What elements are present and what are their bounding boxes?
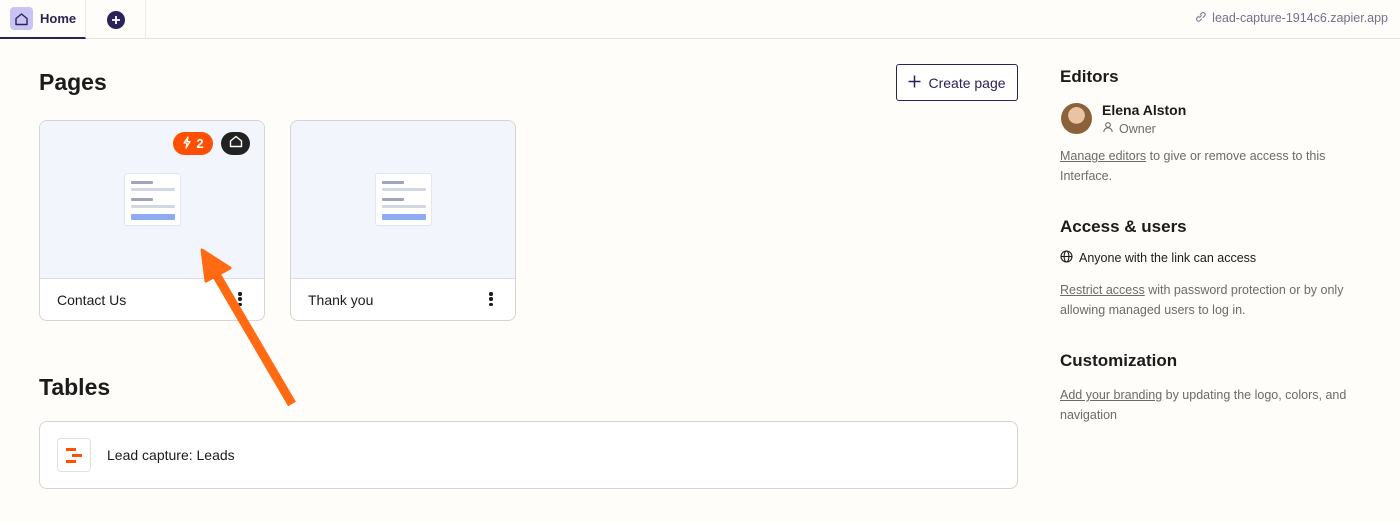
restrict-access-link[interactable]: Restrict access bbox=[1060, 283, 1145, 297]
editor-name: Elena Alston bbox=[1102, 102, 1187, 118]
tab-home[interactable]: Home bbox=[0, 0, 86, 39]
more-options-icon[interactable] bbox=[238, 292, 242, 306]
home-icon bbox=[229, 135, 243, 153]
globe-icon bbox=[1060, 250, 1073, 266]
customization-heading: Customization bbox=[1060, 351, 1178, 370]
app-url-link[interactable]: lead-capture-1914c6.zapier.app bbox=[1194, 10, 1388, 26]
page-card-thank-you[interactable]: Thank you bbox=[290, 120, 516, 321]
page-card-title: Contact Us bbox=[57, 292, 127, 308]
customization-description: Add your branding by updating the logo, … bbox=[1060, 385, 1360, 425]
access-status: Anyone with the link can access bbox=[1060, 250, 1256, 266]
page-thumbnail bbox=[291, 121, 515, 279]
editors-heading: Editors bbox=[1060, 67, 1119, 86]
page-thumbnail: 2 bbox=[40, 121, 264, 279]
zap-count: 2 bbox=[196, 136, 204, 151]
page-card-title: Thank you bbox=[308, 292, 374, 308]
page-document-icon bbox=[124, 173, 181, 226]
page-card-contact-us[interactable]: 2 Contact Us bbox=[39, 120, 265, 321]
zap-count-badge[interactable]: 2 bbox=[173, 132, 213, 155]
manage-editors-link[interactable]: Manage editors bbox=[1060, 149, 1146, 163]
editors-description: Manage editors to give or remove access … bbox=[1060, 146, 1360, 186]
plus-circle-icon bbox=[106, 10, 125, 29]
editor-role: Owner bbox=[1102, 121, 1156, 136]
table-name: Lead capture: Leads bbox=[107, 447, 235, 463]
tab-home-label: Home bbox=[40, 11, 77, 26]
lightning-icon bbox=[182, 135, 192, 152]
link-icon bbox=[1194, 10, 1207, 26]
person-icon bbox=[1102, 121, 1114, 136]
add-page-tab[interactable] bbox=[86, 0, 146, 39]
top-bar: Home lead-capture-1914c6.zapier.app bbox=[0, 0, 1400, 39]
home-page-badge bbox=[221, 132, 250, 155]
access-heading: Access & users bbox=[1060, 217, 1187, 236]
access-description: Restrict access with password protection… bbox=[1060, 280, 1360, 320]
create-page-label: Create page bbox=[928, 74, 1006, 91]
add-branding-link[interactable]: Add your branding bbox=[1060, 388, 1162, 402]
page-card-footer: Contact Us bbox=[40, 279, 264, 320]
app-url-text: lead-capture-1914c6.zapier.app bbox=[1212, 11, 1388, 25]
page-document-icon bbox=[375, 173, 432, 226]
access-status-text: Anyone with the link can access bbox=[1079, 251, 1257, 265]
plus-icon bbox=[908, 75, 921, 91]
more-options-icon[interactable] bbox=[489, 292, 493, 306]
table-icon bbox=[57, 438, 91, 472]
page-card-footer: Thank you bbox=[291, 279, 515, 320]
pages-heading: Pages bbox=[39, 69, 107, 95]
tables-heading: Tables bbox=[39, 374, 111, 400]
avatar bbox=[1061, 103, 1092, 134]
create-page-button[interactable]: Create page bbox=[896, 64, 1018, 101]
home-icon bbox=[10, 7, 33, 30]
editor-role-label: Owner bbox=[1119, 121, 1156, 136]
table-item-lead-capture[interactable]: Lead capture: Leads bbox=[39, 421, 1018, 489]
